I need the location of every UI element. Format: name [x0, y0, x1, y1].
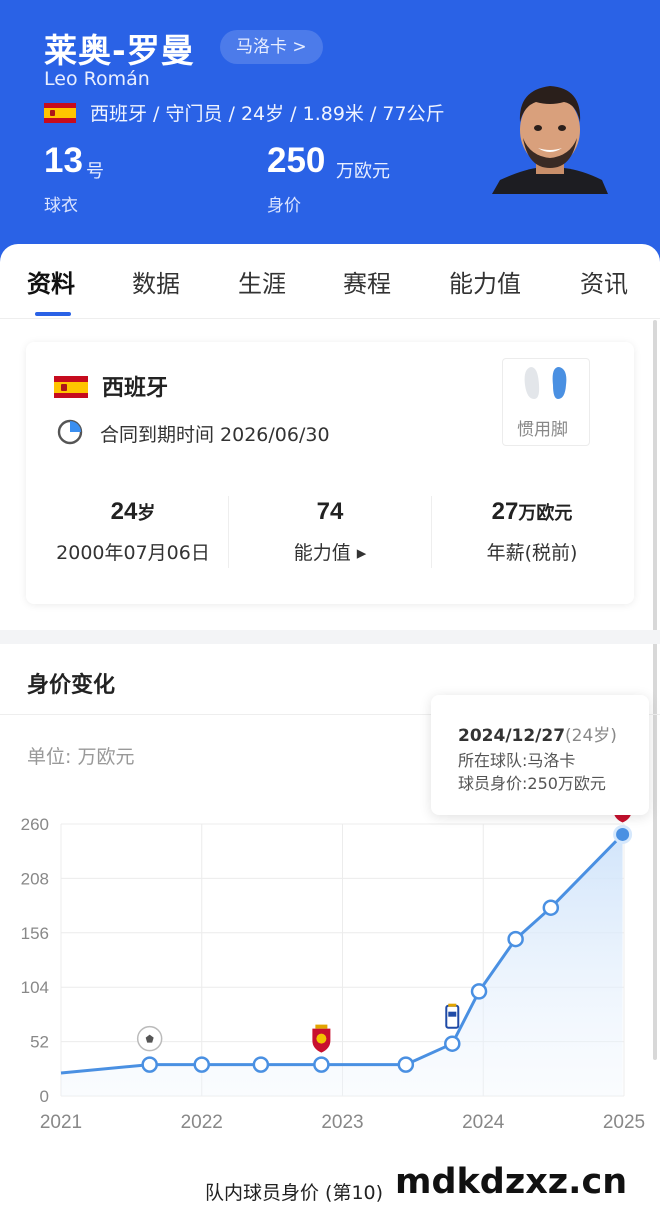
tab-news[interactable]: 资讯	[580, 264, 628, 299]
market-value-label: 身价	[267, 196, 301, 216]
oviedo-badge-icon	[445, 1003, 460, 1029]
data-point[interactable]	[613, 824, 633, 844]
age-block: 24岁 2000年07月06日	[38, 498, 228, 565]
active-tab-indicator	[35, 312, 71, 316]
y-tick-label: 156	[21, 924, 49, 943]
y-tick-label: 208	[21, 869, 49, 888]
spain-flag-icon	[54, 376, 88, 398]
y-tick-label: 260	[21, 815, 49, 834]
tab-profile[interactable]: 资料	[27, 264, 75, 299]
salary-unit: 万欧元	[518, 503, 573, 524]
ability-block[interactable]: 74 能力值 ▸	[232, 498, 428, 565]
player-name: 莱奥-罗曼	[44, 31, 195, 70]
player-info-text: 西班牙 / 守门员 / 24岁 / 1.89米 / 77公斤	[90, 103, 445, 125]
feet-icon	[524, 367, 567, 399]
tab-bar: 资料 数据 生涯 赛程 能力值 资讯	[0, 244, 660, 319]
y-tick-label: 0	[40, 1087, 49, 1106]
soccer-ball-icon	[136, 1025, 163, 1052]
age-value: 24	[110, 498, 138, 525]
tab-ability[interactable]: 能力值	[449, 264, 521, 299]
chart-tooltip: 2024/12/27(24岁) 所在球队:马洛卡 球员身价:250万欧元	[431, 695, 649, 815]
tooltip-age: (24岁)	[565, 726, 617, 746]
data-point[interactable]	[252, 1056, 270, 1073]
x-tick-label: 2025	[603, 1112, 645, 1133]
contract-clock-icon	[57, 419, 83, 445]
data-point[interactable]	[141, 1056, 158, 1073]
player-header: 莱奥-罗曼 马洛卡 > Leo Román 西班牙 / 守门员 / 24岁 / …	[0, 0, 660, 262]
market-value-unit: 万欧元	[336, 161, 390, 182]
tab-stats[interactable]: 数据	[132, 264, 180, 299]
x-tick-label: 2022	[181, 1112, 223, 1133]
jersey-unit: 号	[86, 161, 104, 182]
club-link-button[interactable]: 马洛卡 >	[220, 30, 323, 64]
x-tick-label: 2021	[40, 1112, 82, 1133]
y-tick-label: 104	[21, 978, 49, 997]
birth-date: 2000年07月06日	[56, 542, 210, 564]
nationality: 西班牙	[102, 376, 169, 401]
salary-label: 年薪(税前)	[486, 542, 578, 564]
tooltip-value: 球员身价:250万欧元	[458, 774, 606, 793]
section-separator	[0, 630, 660, 644]
data-point[interactable]	[542, 899, 560, 916]
player-avatar	[492, 76, 608, 194]
data-point[interactable]	[313, 1056, 330, 1073]
jersey-number: 13	[44, 141, 83, 180]
y-tick-label: 52	[30, 1033, 49, 1052]
chart-unit-label: 单位: 万欧元	[27, 746, 135, 768]
watermark: mdkdzxz.cn	[395, 1162, 628, 1202]
ability-value: 74	[316, 498, 344, 525]
team-values-title: 队内球员身价 (第10)	[205, 1182, 384, 1204]
ability-link[interactable]: 能力值 ▸	[232, 538, 428, 565]
x-tick-label: 2024	[462, 1112, 505, 1133]
data-point[interactable]	[470, 983, 488, 1000]
data-point[interactable]	[397, 1056, 415, 1073]
market-value-number: 250	[267, 141, 326, 180]
tooltip-date: 2024/12/27	[458, 726, 566, 746]
data-point[interactable]	[507, 930, 524, 948]
preferred-foot: 惯用脚	[502, 358, 590, 446]
age-unit: 岁	[137, 503, 156, 524]
salary-value: 27	[491, 498, 519, 525]
profile-card: 西班牙 合同到期时间 2026/06/30 惯用脚 24岁 2000年07月06…	[26, 342, 634, 604]
market-value-title: 身价变化	[27, 673, 116, 698]
market-value-chart[interactable]: 0 52 104 156 208 260 2021 2022 2023 2024 2025	[0, 800, 660, 1140]
data-point[interactable]	[193, 1056, 210, 1073]
value-area	[61, 834, 623, 1096]
preferred-foot-label: 惯用脚	[517, 420, 568, 440]
tooltip-team: 所在球队:马洛卡	[458, 751, 576, 770]
data-point[interactable]	[444, 1035, 461, 1052]
tab-career[interactable]: 生涯	[238, 264, 286, 299]
x-tick-label: 2023	[321, 1112, 363, 1133]
tab-schedule[interactable]: 赛程	[343, 264, 391, 299]
player-name-english: Leo Román	[44, 68, 150, 90]
contract-expiry: 合同到期时间 2026/06/30	[100, 424, 330, 446]
player-info-line: 西班牙 / 守门员 / 24岁 / 1.89米 / 77公斤	[44, 99, 445, 126]
divider	[228, 496, 229, 568]
divider	[431, 496, 432, 568]
mallorca-badge-icon	[312, 1024, 331, 1053]
salary-block: 27万欧元 年薪(税前)	[434, 498, 630, 565]
jersey-label: 球衣	[44, 196, 78, 216]
spain-flag-icon	[44, 102, 76, 123]
